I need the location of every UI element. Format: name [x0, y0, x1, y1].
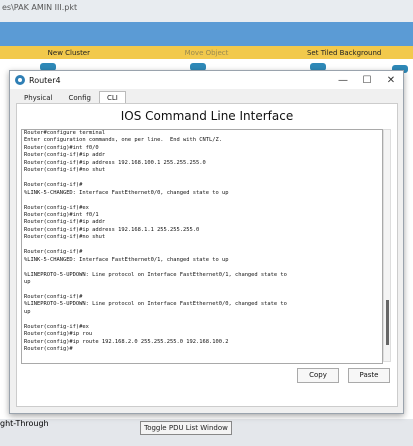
workspace-header: [0, 22, 413, 46]
minimize-icon[interactable]: —: [331, 75, 355, 86]
terminal-line: Router(config)#int f0/0: [24, 144, 99, 151]
terminal-line: Router(config-if)#ip addr: [24, 152, 106, 159]
terminal-lines: Router#configure terminal Enter configura…: [22, 130, 382, 354]
dialog-title-bar[interactable]: Router4 — ☐ ✕: [10, 71, 403, 89]
terminal-line: %LINEPROTO-5-UPDOWN: Line protocol on In…: [24, 301, 287, 308]
terminal-line: Enter configuration commands, one per li…: [24, 137, 222, 144]
terminal-line: Router(config-if)#ex: [24, 204, 89, 211]
terminal-line: Router(config-if)#no shut: [24, 167, 106, 174]
terminal-line: Router(config-if)#: [24, 249, 83, 256]
terminal-line: %LINEPROTO-5-UPDOWN: Line protocol on In…: [24, 271, 287, 278]
move-object-button[interactable]: Move Object: [138, 49, 276, 57]
router-app-icon: [15, 75, 25, 85]
maximize-icon[interactable]: ☐: [355, 75, 379, 86]
workspace-toolbar: New Cluster Move Object Set Tiled Backgr…: [0, 46, 413, 59]
terminal-line: Router(config)#int f0/1: [24, 211, 99, 218]
terminal-line: %LINK-5-CHANGED: Interface FastEthernet0…: [24, 256, 229, 263]
router-dialog: Router4 — ☐ ✕ Physical Config CLI IOS Co…: [9, 70, 404, 414]
dialog-title: Router4: [29, 75, 61, 85]
terminal-line: Router(config-if)#ip addr: [24, 219, 106, 226]
terminal-line: Router(config-if)#ex: [24, 323, 89, 330]
close-icon[interactable]: ✕: [379, 75, 403, 86]
terminal-line: Router(config-if)#: [24, 182, 83, 189]
terminal-line: Router(config)#ip route 192.168.2.0 255.…: [24, 338, 229, 345]
terminal-line: Router(config-if)#ip address 192.168.100…: [24, 159, 206, 166]
app-title-bar: es\PAK AMIN III.pkt: [0, 0, 413, 22]
terminal-line: Router(config-if)#no shut: [24, 234, 106, 241]
copy-button[interactable]: Copy: [297, 368, 339, 383]
scrollbar-thumb[interactable]: [386, 300, 389, 345]
set-tiled-background-button[interactable]: Set Tiled Background: [275, 49, 413, 57]
terminal-line: up: [24, 308, 31, 315]
new-cluster-button[interactable]: New Cluster: [0, 49, 138, 57]
panel-heading: IOS Command Line Interface: [120, 109, 294, 123]
toggle-pdu-list-button[interactable]: Toggle PDU List Window: [140, 421, 232, 435]
terminal-line: Router(config)#: [24, 346, 73, 353]
paste-button[interactable]: Paste: [348, 368, 390, 383]
terminal-scrollbar[interactable]: [383, 129, 391, 362]
terminal-line: Router(config-if)#ip address 192.168.1.1…: [24, 226, 200, 233]
terminal-output[interactable]: Router#configure terminal Enter configura…: [21, 129, 383, 364]
terminal-line: up: [24, 279, 31, 286]
terminal-line: %LINK-5-CHANGED: Interface FastEthernet0…: [24, 189, 229, 196]
terminal-line: Router(config-if)#: [24, 293, 83, 300]
cli-panel: IOS Command Line Interface Router#config…: [16, 103, 398, 407]
terminal-line: Router(config)#ip rou: [24, 331, 93, 338]
app-title: es\PAK AMIN III.pkt: [2, 3, 78, 12]
terminal-line: Router#configure terminal: [24, 130, 106, 136]
